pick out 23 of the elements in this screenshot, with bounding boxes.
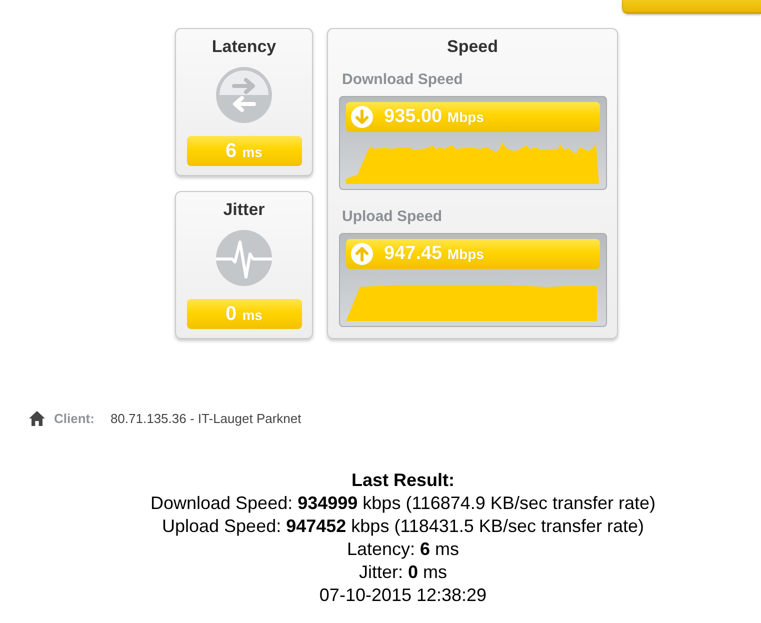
home-icon — [29, 410, 45, 426]
arrow-down-icon — [351, 106, 373, 128]
result-line: Download Speed: 934999 kbps (116874.9 KB/sec transfer rate) — [149, 492, 656, 515]
speed-value: 947.45 Mbps — [384, 243, 484, 265]
card-title: Jitter — [223, 200, 265, 220]
result-timestamp: 07-10-2015 12:38:29 — [318, 584, 488, 607]
client-label: Client: — [54, 410, 94, 426]
latency-value: 6 ms — [186, 136, 302, 166]
action-button[interactable] — [622, 0, 761, 14]
arrows-icon — [216, 67, 272, 123]
pulse-icon — [216, 230, 272, 286]
result-line: Latency: 6 ms — [346, 538, 460, 561]
speed-label: Download Speed — [342, 71, 464, 89]
result-line: Jitter: 0 ms — [358, 561, 448, 584]
client-address: 80.71.135.36 - IT-Lauget Parknet — [110, 410, 302, 426]
speed-label: Upload Speed — [342, 208, 444, 226]
card-title: Speed — [446, 37, 498, 57]
result-title: Last Result: — [350, 469, 456, 492]
arrow-up-icon — [351, 243, 373, 265]
jitter-value: 0 ms — [186, 299, 302, 329]
speed-value: 935.00 Mbps — [384, 106, 484, 128]
result-line: Upload Speed: 947452 kbps (118431.5 KB/sec transfer rate) — [161, 515, 645, 538]
card-title: Latency — [212, 37, 276, 57]
